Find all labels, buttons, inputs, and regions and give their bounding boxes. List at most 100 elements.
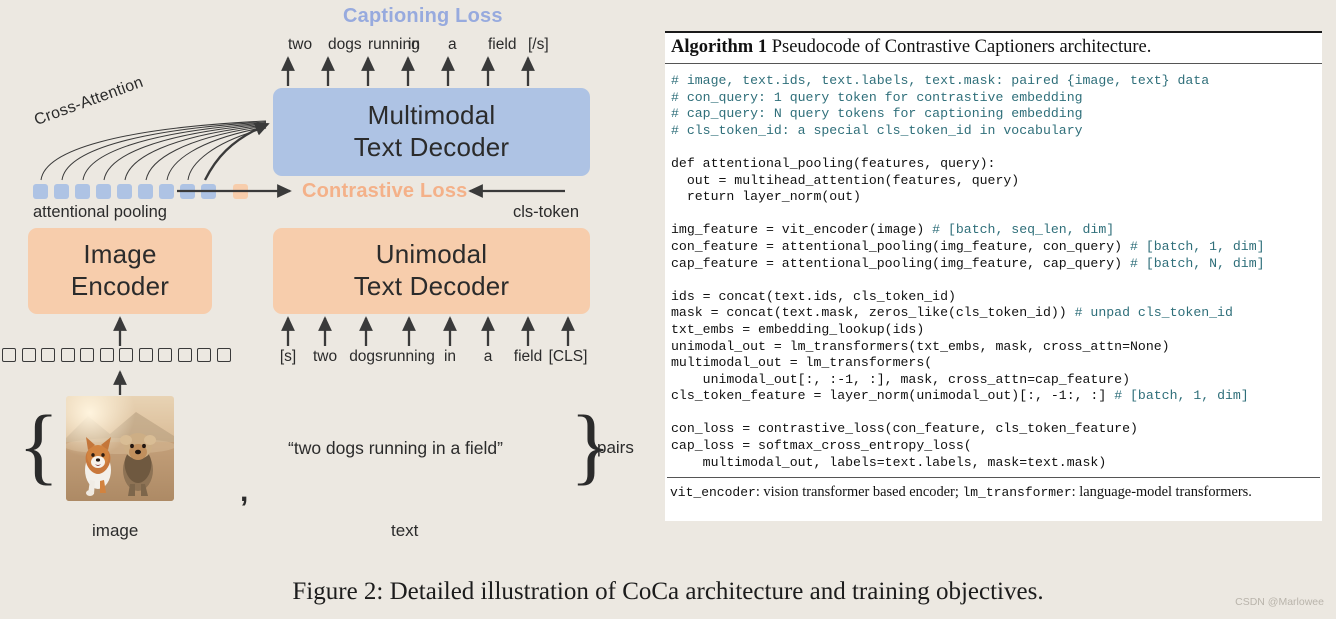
- code-line: # cls_token_id: a special cls_token_id i…: [671, 123, 1316, 140]
- image-patch-square: [138, 348, 153, 362]
- image-patch-square: [216, 348, 231, 362]
- code-comment: # cap_query: N query tokens for captioni…: [671, 106, 1083, 122]
- code-comment: # cls_token_id: a special cls_token_id i…: [671, 122, 1083, 138]
- code-comment: # unpad cls_token_id: [1074, 305, 1233, 321]
- image-patch-square: [41, 348, 55, 362]
- code-comment: # [batch, 1, dim]: [1130, 238, 1265, 254]
- algorithm-title: Algorithm 1 Pseudocode of Contrastive Ca…: [665, 33, 1322, 63]
- code-text: txt_embs = embedding_lookup(ids): [671, 321, 925, 337]
- input-token-4: in: [443, 348, 457, 365]
- image-encoder-line1: Image: [83, 239, 157, 270]
- pooling-query-square: [138, 184, 153, 199]
- code-line: cap_loss = softmax_cross_entropy_loss(: [671, 438, 1316, 455]
- attentional-pooling-label: attentional pooling: [33, 203, 167, 221]
- attentional-pooling-squares: [33, 184, 248, 199]
- algorithm-number: Algorithm 1: [671, 37, 768, 57]
- input-token-2: dogs: [349, 348, 383, 365]
- image-patch-square: [177, 348, 192, 362]
- code-text: out = multihead_attention(features, quer…: [671, 172, 1020, 188]
- image-patch-square: [99, 348, 114, 362]
- code-text: con_loss = contrastive_loss(con_feature,…: [671, 421, 1138, 437]
- image-patch-square: [60, 348, 75, 362]
- cross-attention-label: Cross-Attention: [32, 73, 146, 129]
- text-label: text: [391, 521, 419, 540]
- algorithm-title-text: Pseudocode of Contrastive Captioners arc…: [771, 37, 1152, 57]
- input-token-1: two: [312, 348, 338, 365]
- image-patch-square: [2, 348, 16, 362]
- image-patch-square: [80, 348, 94, 362]
- code-text: def attentional_pooling(features, query)…: [671, 155, 996, 171]
- input-token-0: [s]: [279, 348, 297, 365]
- pairs-label: pairs: [597, 438, 634, 457]
- footnote-code: vit_encoder: [670, 485, 756, 501]
- left-brace: {: [18, 397, 60, 493]
- code-line: con_feature = attentional_pooling(img_fe…: [671, 239, 1316, 256]
- code-text: multimodal_out, labels=text.labels, mask…: [671, 454, 1107, 470]
- input-token-5: a: [483, 348, 493, 365]
- code-comment: # [batch, 1, dim]: [1114, 388, 1249, 404]
- code-line: multimodal_out = lm_transformers(: [671, 355, 1316, 372]
- unimodal-text-decoder-line2: Text Decoder: [353, 271, 510, 301]
- contrastive-query-square: [233, 184, 248, 199]
- code-line: # cap_query: N query tokens for captioni…: [671, 106, 1316, 123]
- code-text: multimodal_out = lm_transformers(: [671, 355, 933, 371]
- code-line: [671, 272, 1316, 289]
- code-comment: # [batch, seq_len, dim]: [932, 222, 1115, 238]
- code-comment: # image, text.ids, text.labels, text.mas…: [671, 73, 1210, 88]
- image-patch-squares: [2, 348, 231, 362]
- coca-architecture-diagram: Captioning Loss two dogs running in a field [/…: [0, 0, 660, 560]
- code-text: unimodal_out[:, :-1, :], mask, cross_att…: [671, 371, 1130, 387]
- figure-caption: Figure 2: Detailed illustration of CoCa …: [292, 578, 1044, 605]
- dogs-photo: [66, 396, 174, 501]
- code-line: unimodal_out[:, :-1, :], mask, cross_att…: [671, 372, 1316, 389]
- figure-root: Captioning Loss two dogs running in a field [/…: [0, 0, 1336, 619]
- pooling-query-square: [33, 184, 48, 199]
- image-patch-square: [21, 348, 36, 362]
- footnote-text: : vision transformer based encoder;: [755, 484, 963, 501]
- code-line: multimodal_out, labels=text.labels, mask…: [671, 455, 1316, 472]
- pooling-query-square: [180, 184, 195, 199]
- code-line: # image, text.ids, text.labels, text.mas…: [671, 73, 1316, 90]
- footnote-text: : language-model transformers.: [1071, 484, 1252, 501]
- code-line: img_feature = vit_encoder(image) # [batc…: [671, 222, 1316, 239]
- captioning-loss-label: Captioning Loss: [343, 5, 503, 27]
- input-token-3: running: [383, 348, 435, 365]
- code-line: txt_embs = embedding_lookup(ids): [671, 322, 1316, 339]
- input-token-7: [CLS]: [548, 348, 588, 365]
- code-line: unimodal_out = lm_transformers(txt_embs,…: [671, 339, 1316, 356]
- unimodal-text-decoder-box: Unimodal Text Decoder: [273, 228, 590, 314]
- code-line: [671, 139, 1316, 156]
- pooling-query-square: [54, 184, 69, 199]
- code-line: return layer_norm(out): [671, 189, 1316, 206]
- pooling-query-square: [201, 184, 216, 199]
- algorithm-footnote: vit_encoder: vision transformer based en…: [665, 478, 1322, 501]
- image-encoder-line2: Encoder: [70, 271, 170, 301]
- code-line: [671, 206, 1316, 223]
- pair-comma: ,: [240, 475, 249, 508]
- code-line: cap_feature = attentional_pooling(img_fe…: [671, 256, 1316, 273]
- code-comment: # [batch, N, dim]: [1130, 255, 1265, 271]
- image-label: image: [92, 521, 139, 540]
- pooling-query-square: [75, 184, 90, 199]
- code-text: mask = concat(text.mask, zeros_like(cls_…: [671, 305, 1075, 321]
- unimodal-text-decoder-line1: Unimodal: [375, 239, 488, 270]
- footnote-code: lm_transformer: [962, 485, 1072, 501]
- code-text: cap_loss = softmax_cross_entropy_loss(: [671, 438, 972, 454]
- code-line: cls_token_feature = layer_norm(unimodal_…: [671, 388, 1316, 405]
- pooling-query-square: [96, 184, 111, 199]
- algorithm-code: # image, text.ids, text.labels, text.mas…: [665, 64, 1322, 477]
- input-token-6: field: [513, 348, 543, 365]
- code-line: [671, 405, 1316, 422]
- code-line: con_loss = contrastive_loss(con_feature,…: [671, 421, 1316, 438]
- code-line: out = multihead_attention(features, quer…: [671, 173, 1316, 190]
- pooling-query-square: [117, 184, 132, 199]
- image-patch-square: [119, 348, 133, 362]
- image-patch-square: [197, 348, 211, 362]
- code-text: con_feature = attentional_pooling(img_fe…: [671, 238, 1130, 254]
- code-text: unimodal_out = lm_transformers(txt_embs,…: [671, 338, 1170, 354]
- code-text: cls_token_feature = layer_norm(unimodal_…: [671, 388, 1115, 404]
- image-patch-square: [158, 348, 172, 362]
